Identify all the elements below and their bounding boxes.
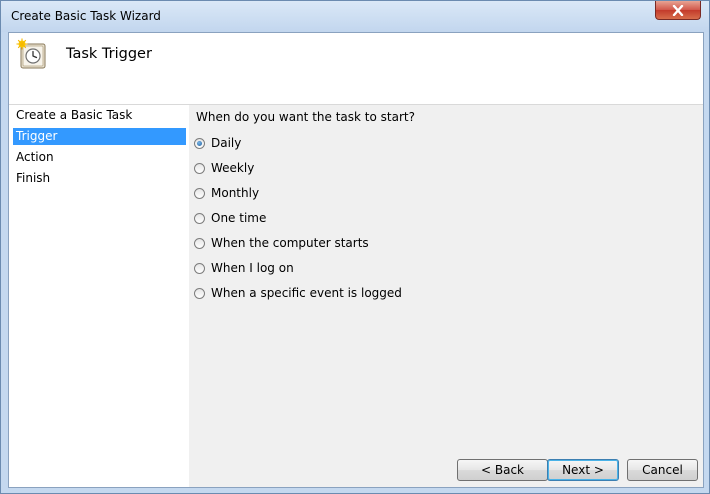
step-action[interactable]: Action — [13, 149, 186, 166]
radio-event-logged[interactable]: When a specific event is logged — [194, 285, 402, 301]
radio-monthly[interactable]: Monthly — [194, 185, 259, 201]
radio-label: Daily — [211, 136, 242, 150]
radio-label: When I log on — [211, 261, 294, 275]
radio-button-checked[interactable] — [194, 137, 205, 149]
wizard-header: Task Trigger — [9, 33, 703, 105]
step-finish[interactable]: Finish — [13, 170, 186, 187]
trigger-question: When do you want the task to start? — [196, 110, 415, 124]
radio-one-time[interactable]: One time — [194, 210, 266, 226]
wizard-steps-sidebar: Create a Basic Task Trigger Action Finis… — [9, 105, 189, 487]
next-button[interactable]: Next > — [547, 459, 619, 481]
step-trigger[interactable]: Trigger — [13, 128, 186, 145]
trigger-options-panel: When do you want the task to start? Dail… — [189, 105, 703, 487]
wizard-client-area: Task Trigger Create a Basic Task Trigger… — [8, 32, 704, 488]
close-icon — [672, 4, 684, 16]
radio-log-on[interactable]: When I log on — [194, 260, 294, 276]
radio-label: When a specific event is logged — [211, 286, 402, 300]
radio-button[interactable] — [194, 212, 205, 224]
radio-button[interactable] — [194, 187, 205, 199]
close-button[interactable] — [655, 1, 701, 20]
back-button[interactable]: < Back — [457, 459, 548, 481]
radio-weekly[interactable]: Weekly — [194, 160, 254, 176]
window-title: Create Basic Task Wizard — [11, 9, 161, 23]
page-title: Task Trigger — [66, 46, 152, 62]
radio-label: Monthly — [211, 186, 260, 200]
radio-computer-starts[interactable]: When the computer starts — [194, 235, 369, 251]
wizard-window: Create Basic Task Wizard Task Trigger Cr… — [0, 0, 710, 494]
title-bar[interactable]: Create Basic Task Wizard — [1, 1, 709, 32]
step-create-basic-task[interactable]: Create a Basic Task — [13, 107, 186, 124]
radio-daily[interactable]: Daily — [194, 135, 241, 151]
radio-button[interactable] — [194, 237, 205, 249]
clock-icon — [16, 38, 46, 69]
radio-label: One time — [211, 211, 267, 225]
cancel-button[interactable]: Cancel — [627, 459, 698, 481]
radio-button[interactable] — [194, 287, 205, 299]
radio-button[interactable] — [194, 262, 205, 274]
radio-label: Weekly — [211, 161, 255, 175]
radio-label: When the computer starts — [211, 236, 369, 250]
radio-button[interactable] — [194, 162, 205, 174]
